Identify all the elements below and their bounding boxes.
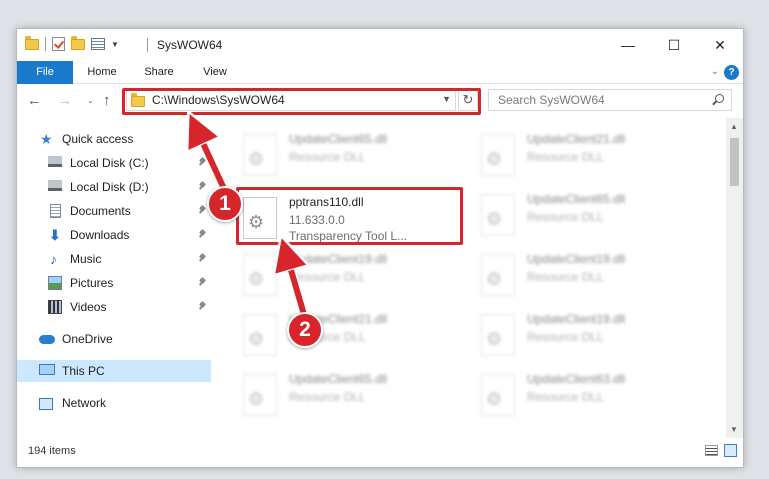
arrow-to-address-bar — [196, 128, 229, 195]
arrow-to-file — [286, 253, 305, 319]
callout-step-1: 1 — [207, 186, 243, 222]
annotation-arrows — [0, 0, 310, 323]
callout-step-2: 2 — [287, 312, 323, 348]
